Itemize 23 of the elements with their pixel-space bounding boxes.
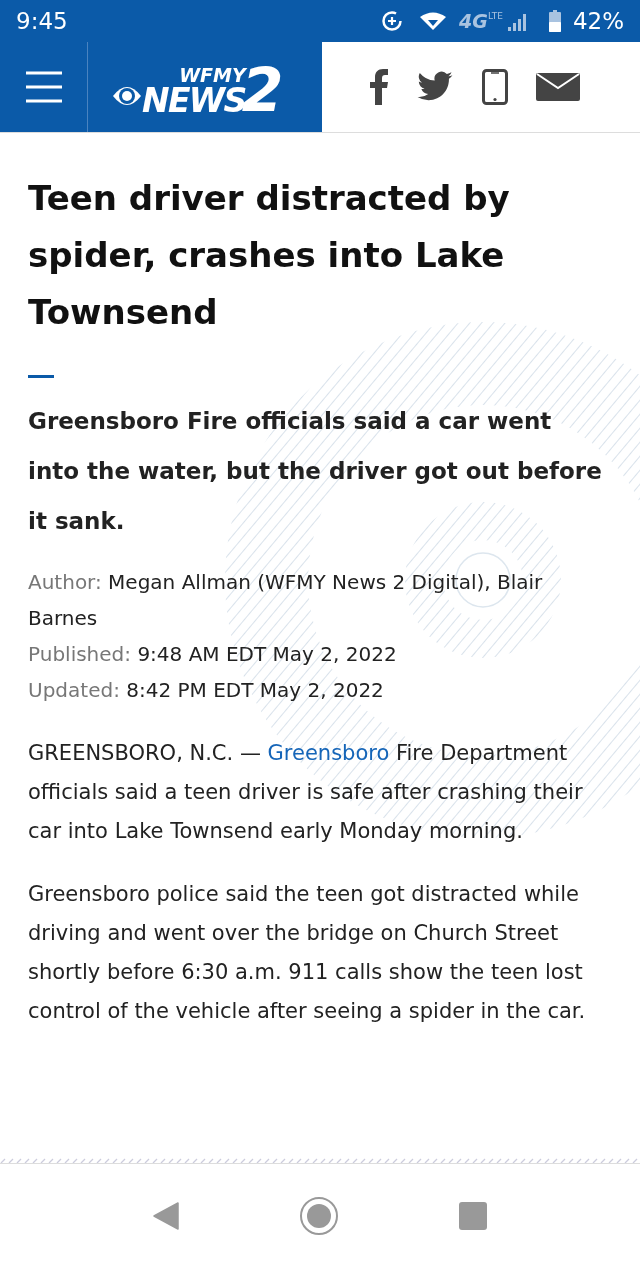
facebook-icon[interactable] [370, 69, 388, 105]
article-subtitle: Greensboro Fire officials said a car went into the water, but the driver got out before it sank. [28, 407, 603, 536]
article-paragraph: GREENSBORO, N.C. — Greensboro Fire Department officials said a teen driver is safe after crashing their car into Lake Townsend early Monday morning. [28, 740, 584, 845]
network-subtype: LTE [487, 11, 503, 21]
network-type: 4G [459, 11, 488, 31]
inline-link[interactable]: Greensboro [267, 741, 390, 765]
clock: 9:45 [16, 6, 68, 36]
article-paragraph: Greensboro police said the teen got distracted while driving and went over the bridge on Church Street shortly before 6:30 a.m. 911 calls show the teen lost control of the vehicle after seeing a spider in the car. [28, 881, 587, 1025]
mail-icon[interactable] [536, 73, 580, 101]
wifi-icon [419, 11, 448, 31]
article-meta: Published: 9:48 AM EDT May 2, 2022 [28, 641, 398, 668]
article-title: Teen driver distracted by spider, crashes into Lake Townsend [28, 177, 511, 334]
menu-icon [25, 70, 62, 104]
data-saver-icon [381, 10, 404, 32]
battery-icon [548, 10, 561, 32]
bird-icon[interactable] [416, 71, 454, 103]
article-meta: Updated: 8:42 PM EDT May 2, 2022 [28, 677, 385, 704]
phone-icon[interactable] [482, 69, 508, 105]
title-accent-rule [28, 375, 54, 378]
battery-level: 42% [572, 6, 624, 36]
back-icon[interactable] [153, 1202, 179, 1230]
article-meta: Author: Megan Allman (WFMY News 2 Digital), Blair Barnes [28, 569, 544, 632]
home-icon[interactable] [299, 1196, 339, 1236]
